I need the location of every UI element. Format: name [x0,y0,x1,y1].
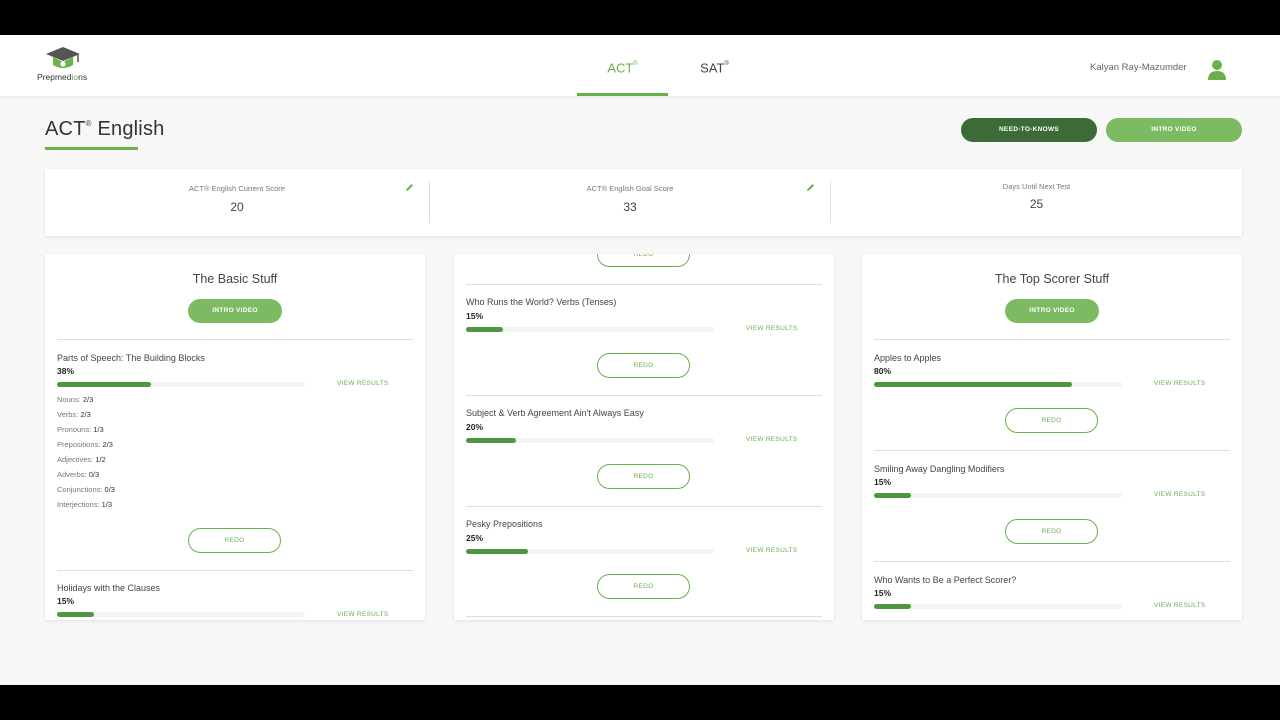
app-viewport: Prepmedions ACT® SAT® Kalyan Ray-Mazumde… [0,35,1280,685]
view-results-link[interactable]: VIEW RESULTS [1154,380,1206,387]
view-results-link[interactable]: VIEW RESULTS [746,547,798,554]
divider [466,395,822,396]
breakdown-row: Prepositions: 2/3 [57,440,113,449]
topic-percent: 80% [874,366,892,376]
progress-bar [57,382,305,387]
letterbox-bottom [0,685,1280,720]
breakdown-row: Nouns: 2/3 [57,395,94,404]
divider [466,506,822,507]
divider [874,339,1230,340]
breakdown-row: Adjectives: 1/2 [57,455,106,464]
prepmedians-logo[interactable]: Prepmedions [36,45,92,87]
progress-fill [466,549,528,554]
progress-bar [466,438,714,443]
topic-percent: 15% [57,596,75,606]
progress-bar [874,604,1122,609]
title-underline [45,147,138,150]
breakdown-row: Interjections: 1/3 [57,500,113,509]
redo-button[interactable]: REDO [597,464,690,489]
days-until-test-value: 25 [1029,197,1044,211]
user-avatar-icon[interactable] [1208,59,1226,81]
need-to-knows-button[interactable]: NEED-TO-KNOWS [961,118,1097,142]
edit-pencil-icon[interactable] [405,183,414,192]
view-results-link[interactable]: VIEW RESULTS [1154,602,1206,609]
current-score-cell: ACT® English Current Score 20 [45,169,429,236]
redo-button[interactable]: REDO [597,254,690,267]
progress-fill [57,382,152,387]
topic-percent: 25% [466,533,484,543]
redo-button[interactable]: REDO [597,353,690,378]
divider [466,284,822,285]
current-score-value: 20 [230,200,244,214]
days-until-test-cell: Days Until Next Test 25 [831,169,1242,236]
divider [874,450,1230,451]
topic-title: Parts of Speech: The Building Blocks [57,353,205,363]
panel-title: The Top Scorer Stuff [994,272,1110,286]
intro-video-button[interactable]: INTRO VIDEO [1005,299,1099,323]
topic-title: Smiling Away Dangling Modifiers [874,464,1005,474]
view-results-link[interactable]: VIEW RESULTS [337,380,389,387]
topic-percent: 15% [874,477,892,487]
progress-bar [874,382,1122,387]
progress-fill [466,438,516,443]
progress-fill [874,604,912,609]
user-name[interactable]: Kalyan Ray-Mazumder [1090,62,1187,73]
goal-score-label: ACT® English Goal Score [586,184,674,193]
top-scorer-stuff-panel[interactable]: The Top Scorer Stuff INTRO VIDEO Apples … [862,254,1242,620]
view-results-link[interactable]: VIEW RESULTS [746,436,798,443]
top-navigation-bar: Prepmedions ACT® SAT® Kalyan Ray-Mazumde… [0,35,1280,96]
view-results-link[interactable]: VIEW RESULTS [1154,491,1206,498]
topic-title: Subject & Verb Agreement Ain't Always Ea… [466,408,644,418]
intro-video-button[interactable]: INTRO VIDEO [1106,118,1242,142]
progress-bar [874,493,1122,498]
progress-fill [874,493,912,498]
page-title: ACT® English [45,118,165,140]
tab-act[interactable]: ACT® [577,35,668,96]
intro-video-button[interactable]: INTRO VIDEO [188,299,282,323]
goal-score-value: 33 [623,200,637,214]
middle-topics-panel[interactable]: REDO Who Runs the World? Verbs (Tenses) … [454,254,834,620]
progress-fill [874,382,1073,387]
current-score-label: ACT® English Current Score [189,184,285,193]
divider [466,616,822,617]
topic-percent: 20% [466,422,484,432]
panel-title: The Basic Stuff [192,272,278,286]
topic-title: Apples to Apples [874,353,942,363]
breakdown-row: Adverbs: 0/3 [57,470,100,479]
breakdown-row: Conjunctions: 0/3 [57,485,115,494]
view-results-link[interactable]: VIEW RESULTS [337,611,389,618]
redo-button[interactable]: REDO [1005,408,1098,433]
divider [57,339,413,340]
redo-button[interactable]: REDO [1005,519,1098,544]
divider [57,570,413,571]
topic-title: Who Wants to Be a Perfect Scorer? [874,575,1017,585]
topic-percent: 15% [874,588,892,598]
redo-button[interactable]: REDO [188,528,281,553]
progress-bar [57,612,305,617]
score-summary-card: ACT® English Current Score 20 ACT® Engli… [45,169,1242,236]
topic-title: Pesky Prepositions [466,519,543,529]
days-until-test-label: Days Until Next Test [1002,182,1071,191]
letterbox-top [0,0,1280,35]
view-results-link[interactable]: VIEW RESULTS [746,325,798,332]
edit-pencil-icon[interactable] [806,183,815,192]
topic-percent: 38% [57,366,75,376]
tab-sat[interactable]: SAT® [692,35,737,96]
divider [874,561,1230,562]
redo-button[interactable]: REDO [597,574,690,599]
progress-bar [466,327,714,332]
topic-title: Holidays with the Clauses [57,583,161,593]
progress-fill [466,327,504,332]
goal-score-cell: ACT® English Goal Score 33 [430,169,830,236]
topic-title: Who Runs the World? Verbs (Tenses) [466,297,617,307]
logo-text: Prepmedions [37,72,88,82]
progress-bar [466,549,714,554]
breakdown-row: Verbs: 2/3 [57,410,91,419]
topic-percent: 15% [466,311,484,321]
progress-fill [57,612,95,617]
breakdown-row: Pronouns: 1/3 [57,425,104,434]
basic-stuff-panel[interactable]: The Basic Stuff INTRO VIDEO Parts of Spe… [45,254,425,620]
graduation-cap-icon [46,47,80,68]
